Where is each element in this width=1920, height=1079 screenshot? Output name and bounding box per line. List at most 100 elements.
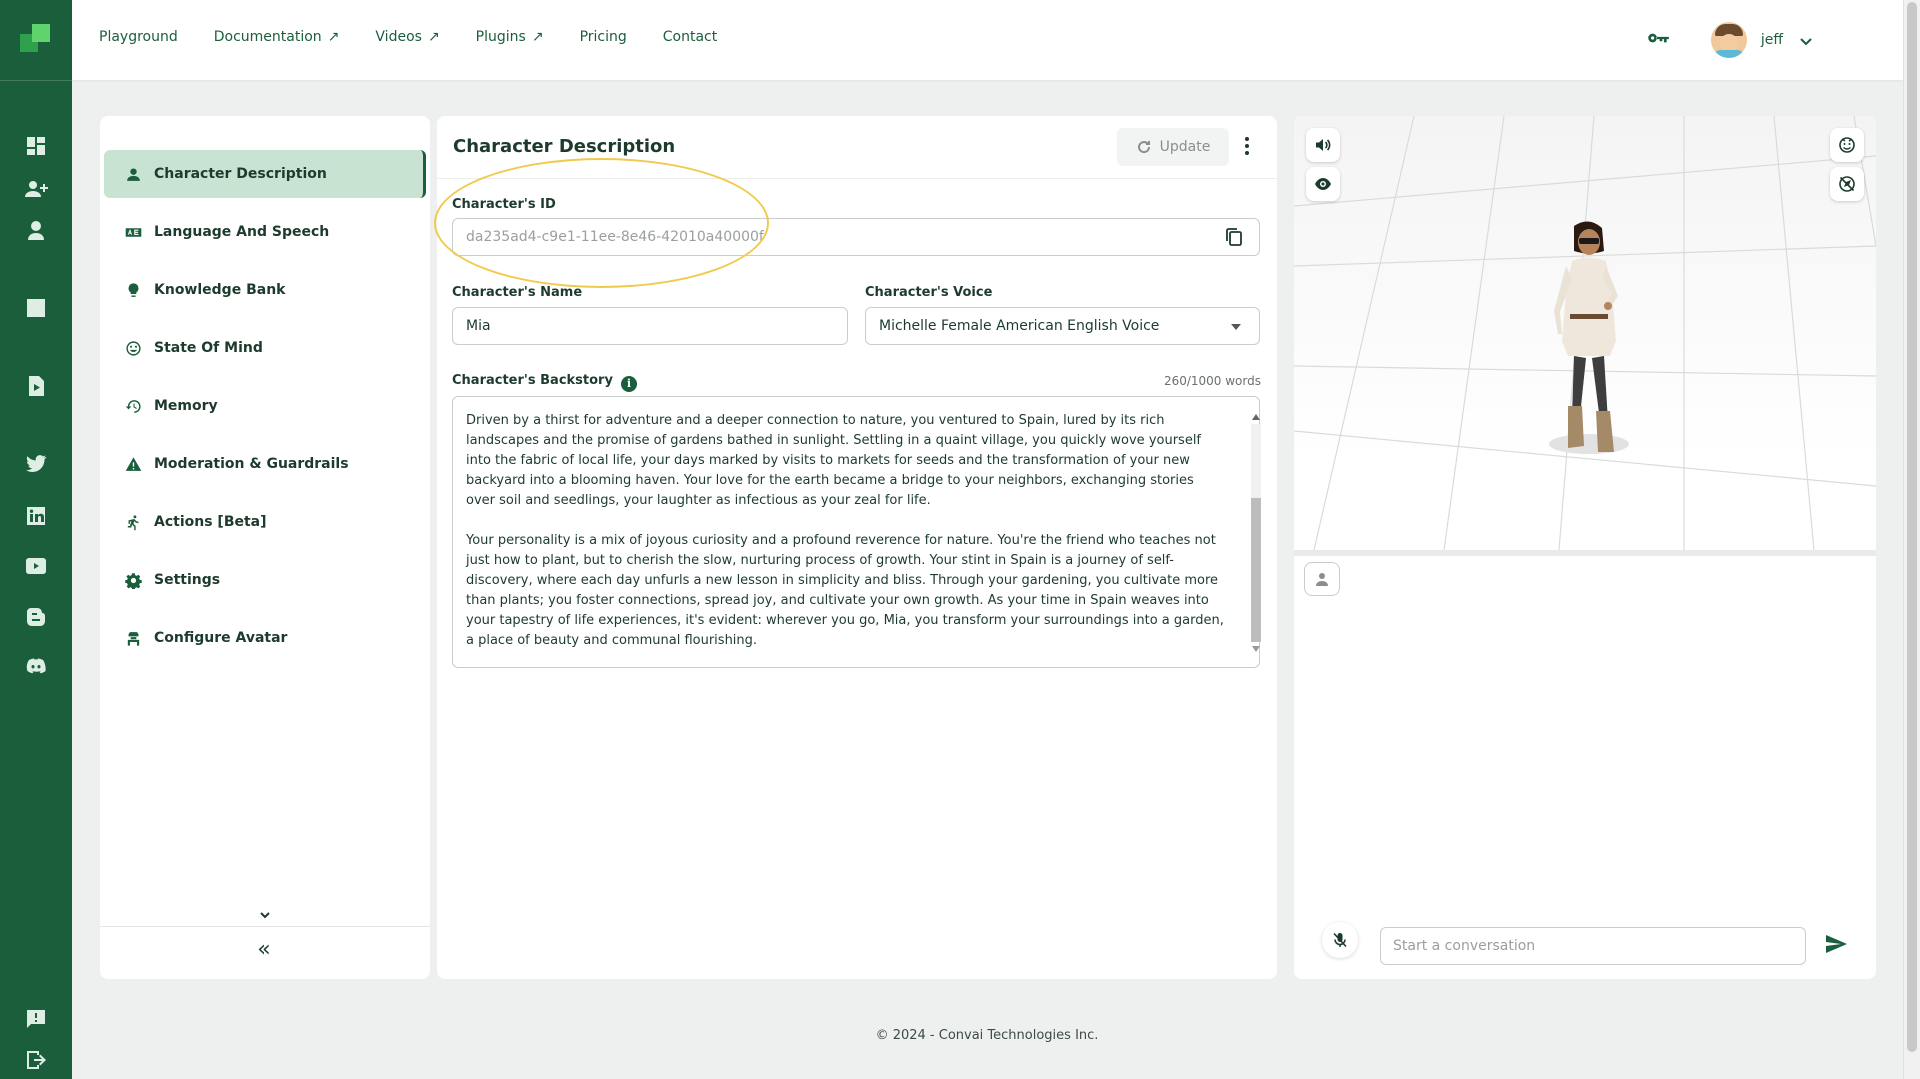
rail-divider xyxy=(0,80,72,81)
collapse-sidebar-button[interactable]: « xyxy=(252,938,276,962)
info-icon[interactable]: i xyxy=(620,375,637,392)
nav-plugins[interactable]: Plugins ↗ xyxy=(476,29,544,45)
microphone-button[interactable] xyxy=(1322,922,1358,958)
app-rail xyxy=(0,0,72,1079)
nav-videos[interactable]: Videos ↗ xyxy=(375,29,439,45)
sound-toggle-button[interactable] xyxy=(1306,128,1340,162)
menu-item-label: Character Description xyxy=(154,166,327,182)
backstory-paragraph: Driven by a thirst for adventure and a d… xyxy=(466,413,1202,508)
video-file-icon[interactable] xyxy=(22,372,50,400)
feedback-icon[interactable] xyxy=(22,1005,50,1033)
emotion-toggle-button[interactable] xyxy=(1830,128,1864,162)
backstory-label-text: Character's Backstory xyxy=(452,373,613,388)
character-voice-select[interactable]: Michelle Female American English Voice xyxy=(865,307,1260,345)
dropdown-caret-icon xyxy=(1231,324,1241,330)
update-button[interactable]: Update xyxy=(1117,128,1229,166)
chevron-down-icon[interactable] xyxy=(1799,33,1813,47)
external-link-icon: ↗ xyxy=(327,29,340,45)
menu-divider xyxy=(100,926,430,927)
menu-item-label: Actions [Beta] xyxy=(154,514,267,530)
blogger-icon[interactable] xyxy=(22,603,50,631)
main-nav: Playground Documentation ↗ Videos ↗ Plugin… xyxy=(99,29,753,45)
menu-item-knowledge-bank[interactable]: Knowledge Bank xyxy=(104,266,426,314)
backstory-paragraph: Your personality is a mix of joyous curi… xyxy=(466,533,1224,648)
volume-icon xyxy=(1316,139,1331,151)
running-icon xyxy=(124,513,142,531)
menu-item-label: Moderation & Guardrails xyxy=(154,456,349,472)
menu-item-label: Settings xyxy=(154,572,221,588)
external-link-icon: ↗ xyxy=(427,29,440,45)
warning-icon xyxy=(124,455,142,473)
character-backstory-label: Character's Backstory i xyxy=(452,373,637,392)
send-icon[interactable] xyxy=(1824,932,1850,958)
nav-documentation[interactable]: Documentation ↗ xyxy=(214,29,340,45)
youtube-icon[interactable] xyxy=(22,552,50,580)
mic-off-icon xyxy=(1333,932,1347,948)
character-id-field[interactable]: da235ad4-c9e1-11ee-8e46-42010a40000f xyxy=(452,218,1260,256)
scroll-more-chevron-icon[interactable] xyxy=(258,907,272,921)
menu-item-label: Configure Avatar xyxy=(154,630,288,646)
external-link-icon: ↗ xyxy=(531,29,544,45)
word-count: 260/1000 words xyxy=(1163,374,1261,388)
character-id-label: Character's ID xyxy=(452,197,556,212)
backstory-scrollbar[interactable] xyxy=(1249,412,1263,652)
avatar-3d-stage[interactable] xyxy=(1294,116,1876,550)
twitter-icon[interactable] xyxy=(22,450,50,478)
disable-tracking-button[interactable] xyxy=(1830,167,1864,201)
gear-icon xyxy=(124,571,142,589)
add-user-icon[interactable] xyxy=(22,175,50,203)
copy-icon[interactable] xyxy=(1223,226,1245,248)
character-settings-menu: Character Description Language And Speec… xyxy=(100,116,430,979)
menu-item-memory[interactable]: Memory xyxy=(104,382,426,430)
title-divider xyxy=(437,178,1277,179)
footer-copyright: © 2024 - Convai Technologies Inc. xyxy=(875,1028,1099,1043)
update-label: Update xyxy=(1159,139,1211,155)
convai-logo[interactable] xyxy=(20,24,52,56)
menu-item-actions-beta[interactable]: Actions [Beta] xyxy=(104,498,426,546)
more-options-icon[interactable] xyxy=(1243,134,1251,158)
analytics-icon[interactable] xyxy=(22,294,50,322)
language-icon xyxy=(124,223,142,241)
person-icon xyxy=(124,165,142,183)
chat-input[interactable] xyxy=(1380,927,1806,965)
menu-item-state-of-mind[interactable]: State Of Mind xyxy=(104,324,426,372)
top-navigation-bar: Playground Documentation ↗ Videos ↗ Plugin… xyxy=(72,0,1903,80)
api-key-icon[interactable] xyxy=(1645,25,1671,55)
mood-icon xyxy=(124,339,142,357)
character-voice-label: Character's Voice xyxy=(865,285,993,300)
visibility-toggle-button[interactable] xyxy=(1306,167,1340,201)
character-backstory-textarea[interactable]: Driven by a thirst for adventure and a d… xyxy=(452,396,1260,668)
character-voice-value: Michelle Female American English Voice xyxy=(879,318,1160,334)
user-avatar[interactable] xyxy=(1710,22,1747,58)
menu-item-language-and-speech[interactable]: Language And Speech xyxy=(104,208,426,256)
eye-icon xyxy=(1315,178,1331,190)
nav-pricing[interactable]: Pricing xyxy=(580,29,627,45)
menu-item-settings[interactable]: Settings xyxy=(104,556,426,604)
user-name[interactable]: jeff xyxy=(1761,32,1783,48)
page-scrollbar[interactable] xyxy=(1903,0,1920,1079)
panel-title: Character Description xyxy=(453,136,676,157)
user-area: jeff xyxy=(1645,22,1813,58)
menu-item-configure-avatar[interactable]: Configure Avatar xyxy=(104,614,426,662)
face-icon xyxy=(1839,137,1855,153)
linkedin-icon[interactable] xyxy=(22,502,50,530)
character-description-panel: Character Description Update Character's… xyxy=(434,116,1277,979)
character-preview-panel xyxy=(1294,116,1876,979)
history-icon xyxy=(124,397,142,415)
menu-item-label: Memory xyxy=(154,398,218,414)
menu-item-moderation-guardrails[interactable]: Moderation & Guardrails xyxy=(104,440,426,488)
discord-icon[interactable] xyxy=(22,653,50,681)
character-id-value: da235ad4-c9e1-11ee-8e46-42010a40000f xyxy=(466,229,764,245)
character-icon[interactable] xyxy=(22,216,50,244)
stage-divider xyxy=(1294,550,1876,556)
menu-item-character-description[interactable]: Character Description xyxy=(104,150,426,198)
explore-off-icon xyxy=(1839,176,1855,192)
nav-playground[interactable]: Playground xyxy=(99,29,178,45)
character-name-input[interactable] xyxy=(452,307,848,345)
dashboard-icon[interactable] xyxy=(22,132,50,160)
lightbulb-icon xyxy=(124,281,142,299)
refresh-icon xyxy=(1137,141,1150,154)
logout-icon[interactable] xyxy=(22,1046,50,1074)
avatar-character xyxy=(1549,221,1629,454)
nav-contact[interactable]: Contact xyxy=(663,29,717,45)
